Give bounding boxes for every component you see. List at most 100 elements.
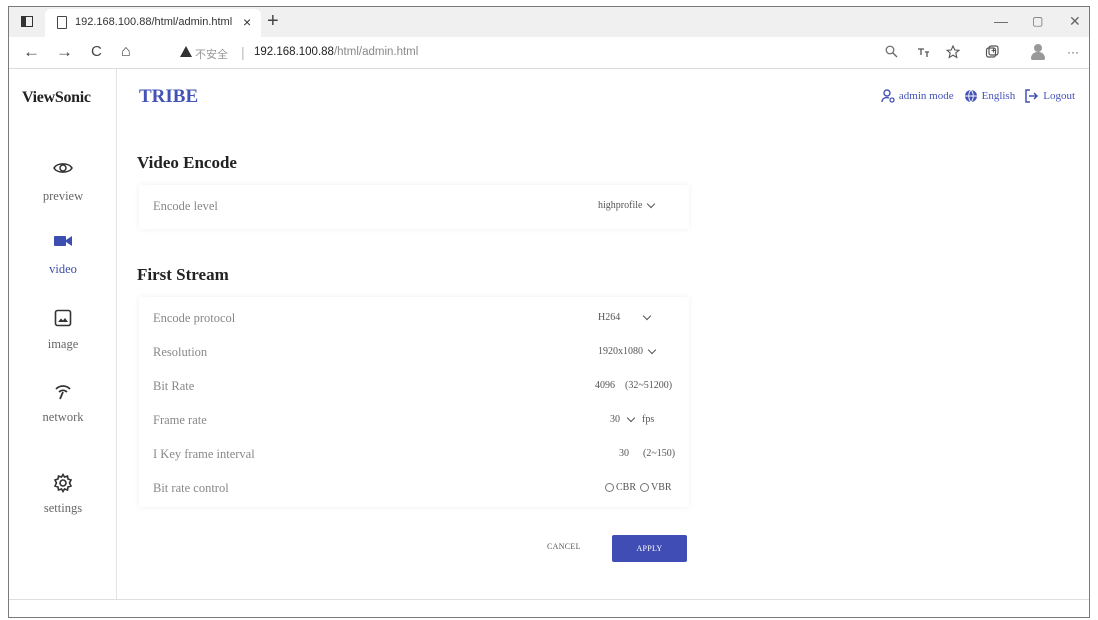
admin-mode-link[interactable]: admin mode [881, 89, 954, 103]
tab-title: 192.168.100.88/html/admin.html [75, 16, 233, 28]
resolution-value: 1920x1080 [598, 346, 643, 357]
resolution-label: Resolution [153, 345, 208, 359]
app: ViewSonic preview video image network se… [9, 69, 1089, 617]
framerate-row: Frame rate 30 fps [139, 403, 689, 437]
tab-bar: 192.168.100.88/html/admin.html × + — ▢ ✕ [9, 7, 1089, 37]
globe-icon [964, 89, 977, 103]
reload-button[interactable]: C [91, 43, 102, 61]
maximize-button[interactable]: ▢ [1032, 14, 1043, 28]
first-stream-title: First Stream [137, 265, 229, 284]
address-bar: ← → C ⌂ 不安全 | 192.168.100.88/html/admin.… [9, 37, 1089, 69]
sidebar-item-video[interactable]: video [9, 234, 117, 277]
browser-window: 192.168.100.88/html/admin.html × + — ▢ ✕… [8, 6, 1090, 618]
bitrate-control-row: Bit rate control CBR VBR [139, 471, 689, 505]
keyframe-range: (2~150) [643, 448, 676, 459]
video-camera-icon [9, 234, 117, 254]
new-tab-button[interactable]: + [267, 10, 279, 32]
back-button[interactable]: ← [23, 43, 40, 61]
language-selector[interactable]: English [964, 89, 1015, 103]
more-icon[interactable]: ··· [1067, 45, 1079, 59]
keyframe-control-group: 30 (2~150) [619, 448, 675, 459]
favorites-icon[interactable] [945, 44, 961, 62]
image-icon [9, 309, 117, 329]
gear-icon [9, 472, 117, 494]
resolution-select[interactable]: 1920x1080 [598, 345, 657, 357]
profile-icon[interactable] [1031, 44, 1045, 60]
bitrate-input[interactable]: 4096 [595, 380, 615, 391]
tab-close-icon[interactable]: × [243, 14, 251, 30]
minimize-button[interactable]: — [994, 13, 1008, 29]
framerate-label: Frame rate [153, 413, 207, 427]
close-window-button[interactable]: ✕ [1069, 13, 1081, 30]
chevron-down-icon [642, 311, 652, 321]
encode-level-value: highprofile [598, 200, 643, 211]
cbr-label: CBR [616, 482, 637, 493]
encode-protocol-select[interactable]: H264 [598, 311, 652, 323]
collections-icon[interactable] [985, 45, 999, 62]
chevron-down-icon [626, 413, 636, 423]
eye-icon [9, 161, 117, 181]
cbr-radio[interactable] [605, 483, 614, 492]
vbr-label: VBR [651, 482, 672, 493]
framerate-value: 30 [610, 414, 620, 425]
chevron-down-icon [647, 345, 657, 355]
keyframe-row: I Key frame interval 30 (2~150) [139, 437, 689, 471]
read-aloud-icon[interactable] [916, 45, 930, 62]
framerate-unit: fps [642, 414, 655, 425]
sidebar: ViewSonic preview video image network se… [9, 69, 117, 599]
bitrate-label: Bit Rate [153, 379, 195, 393]
user-key-icon [881, 89, 895, 103]
framerate-select[interactable]: 30 fps [610, 413, 655, 425]
apply-button[interactable]: APPLY [612, 535, 687, 562]
sidebar-item-preview[interactable]: preview [9, 161, 117, 204]
encode-level-select[interactable]: highprofile [598, 199, 656, 211]
resolution-row: Resolution 1920x1080 [139, 335, 689, 369]
url-field[interactable]: 192.168.100.88/html/admin.html [254, 46, 418, 58]
logout-link[interactable]: Logout [1025, 89, 1075, 103]
sidebar-item-settings[interactable]: settings [9, 472, 117, 516]
bitrate-control-group: 4096 (32~51200) [595, 380, 672, 391]
header-actions: admin mode English Logout [881, 89, 1075, 103]
chevron-down-icon [647, 199, 656, 209]
url-path: /html/admin.html [333, 46, 419, 58]
logout-icon [1025, 89, 1039, 103]
vbr-radio[interactable] [640, 483, 650, 492]
bottom-divider [9, 599, 1089, 600]
keyframe-label: I Key frame interval [153, 447, 255, 461]
encode-level-row: Encode level highprofile [139, 189, 689, 223]
bitrate-control-options: CBR VBR [605, 482, 672, 493]
zoom-icon[interactable] [885, 45, 898, 61]
keyframe-input[interactable]: 30 [619, 448, 629, 459]
encode-protocol-row: Encode protocol H264 [139, 301, 689, 335]
encode-protocol-label: Encode protocol [153, 311, 236, 325]
sidebar-item-label: network [42, 410, 84, 424]
sidebar-item-label: image [47, 337, 79, 351]
window-menu-icon[interactable] [21, 16, 33, 27]
sidebar-item-image[interactable]: image [9, 309, 117, 352]
address-separator: | [241, 44, 245, 60]
url-host: 192.168.100.88 [254, 46, 334, 58]
insecure-label[interactable]: 不安全 [195, 46, 228, 62]
viewsonic-logo: ViewSonic [22, 89, 91, 106]
encode-protocol-value: H264 [598, 312, 621, 323]
sidebar-item-label: preview [42, 189, 84, 203]
wifi-icon [9, 382, 117, 402]
browser-tab[interactable]: 192.168.100.88/html/admin.html × [45, 9, 261, 37]
cancel-button[interactable]: CANCEL [547, 542, 581, 551]
sidebar-item-network[interactable]: network [9, 382, 117, 425]
encode-level-label: Encode level [153, 199, 218, 213]
page-icon [57, 16, 67, 29]
brand-title: TRIBE [139, 86, 199, 107]
sidebar-item-label: video [49, 262, 77, 276]
logout-label: Logout [1043, 90, 1075, 102]
first-stream-card: Encode protocol H264 Resolution 1920x108… [139, 297, 689, 507]
bitrate-control-label: Bit rate control [153, 481, 229, 495]
bitrate-row: Bit Rate 4096 (32~51200) [139, 369, 689, 403]
video-encode-title: Video Encode [137, 153, 237, 172]
sidebar-item-label: settings [43, 501, 83, 515]
bitrate-range: (32~51200) [625, 380, 673, 391]
forward-button[interactable]: → [56, 43, 73, 61]
video-encode-card: Encode level highprofile [139, 185, 689, 229]
home-button[interactable]: ⌂ [121, 43, 131, 61]
warning-icon[interactable] [180, 46, 192, 57]
